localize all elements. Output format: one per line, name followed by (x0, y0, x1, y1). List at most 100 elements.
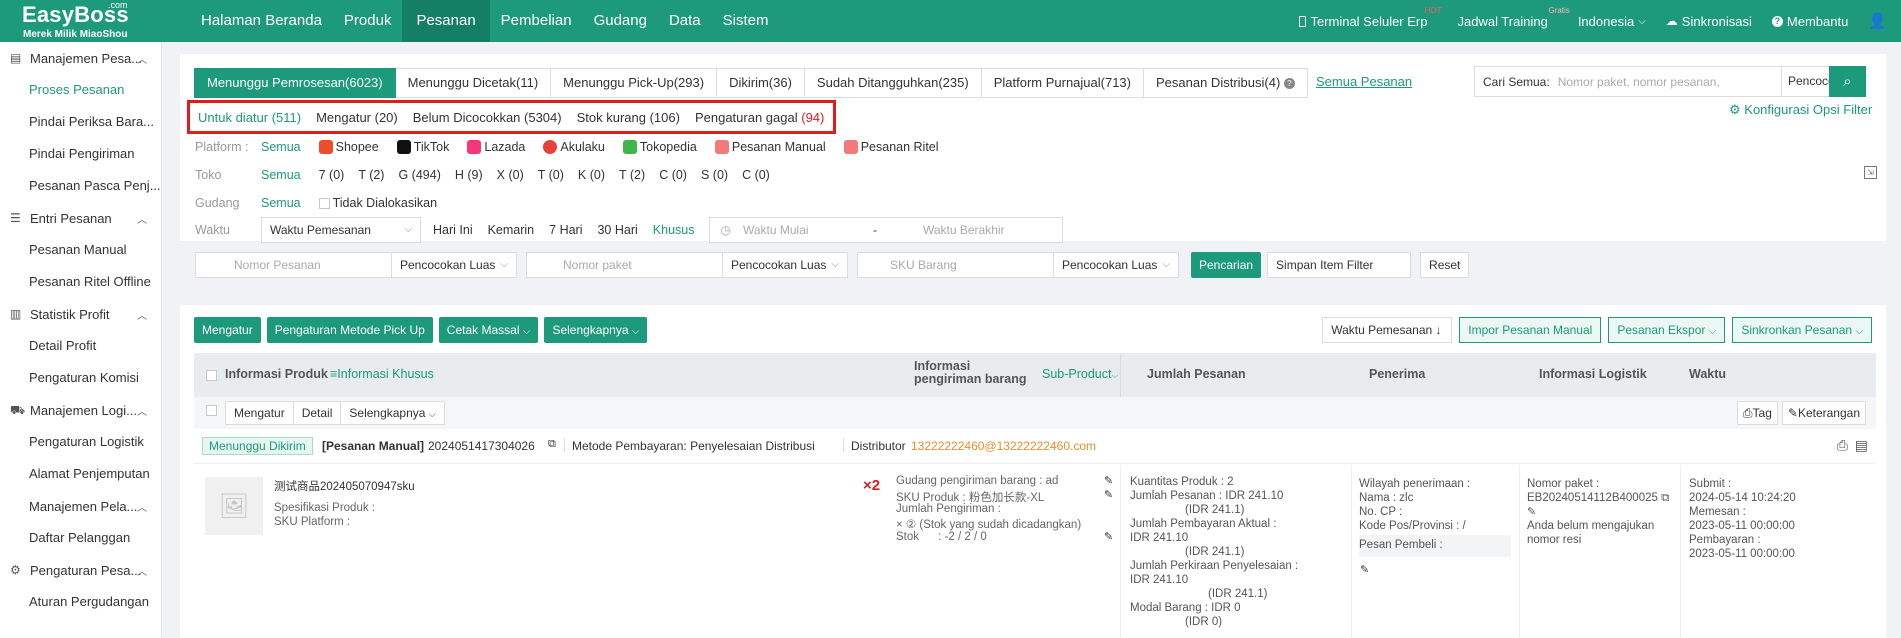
nav-data[interactable]: Data (658, 0, 712, 42)
tab-suspended[interactable]: Sudah Ditangguhkan(235) (804, 68, 982, 98)
expand-icon[interactable]: ⇲ (1864, 166, 1877, 179)
row-more-button[interactable]: Selengkapnya ⌵ (340, 401, 445, 425)
sidebar-item-logistics-settings[interactable]: Pengaturan Logistik (0, 426, 161, 458)
subtab-arrange-failed[interactable]: Pengaturan gagal (94) (695, 110, 824, 125)
bulk-print-button[interactable]: Cetak Massal ⌵ (438, 317, 539, 343)
order-number-input[interactable]: Nomor Pesanan (195, 252, 392, 278)
sort-select[interactable]: Waktu Pemesanan ↓ (1322, 317, 1453, 343)
sidebar-item-manual-order[interactable]: Pesanan Manual (0, 234, 161, 266)
platform-all[interactable]: Semua (261, 140, 301, 154)
order-match-select[interactable]: Pencocokan Luas ⌵ (391, 252, 517, 278)
time-type-select[interactable]: Waktu Pemesanan ⌵ (261, 217, 421, 243)
store-option[interactable]: T (0) (538, 168, 564, 182)
package-number-input[interactable]: Nomor paket (526, 252, 723, 278)
sku-match-select[interactable]: Pencocokan Luas ⌵ (1053, 252, 1179, 278)
subtab-to-arrange[interactable]: Untuk diatur (511) (198, 110, 301, 125)
checkbox[interactable] (318, 197, 330, 209)
edit-icon[interactable]: ✎ (1104, 488, 1113, 501)
subtab-low-stock[interactable]: Stok kurang (106) (577, 110, 680, 125)
sync-button[interactable]: ☁ Sinkronisasi (1666, 14, 1752, 29)
row-arrange-button[interactable]: Mengatur (225, 401, 294, 425)
tag-button[interactable]: ⎙Tag (1736, 401, 1778, 425)
store-option[interactable]: X (0) (497, 168, 524, 182)
sidebar-item-commission[interactable]: Pengaturan Komisi (0, 362, 161, 394)
store-option[interactable]: T (2) (619, 168, 645, 182)
sidebar-group-customers[interactable]: Manajemen Pela... ︿ (0, 490, 161, 522)
store-option[interactable]: 7 (0) (319, 168, 345, 182)
time-today[interactable]: Hari Ini (433, 223, 473, 237)
sku-input[interactable]: SKU Barang (857, 252, 1054, 278)
help-button[interactable]: ? Membantu (1771, 14, 1848, 29)
edit-icon[interactable]: ✎ (1360, 563, 1369, 576)
row-checkbox[interactable] (206, 403, 217, 418)
platform-shopee[interactable]: Shopee (318, 140, 379, 154)
sidebar-group-order-management[interactable]: ▤ Manajemen Pesa... ︿ (0, 42, 161, 74)
special-info-toggle[interactable]: ≡Informasi Khusus (330, 367, 434, 381)
reset-button[interactable]: Reset (1420, 252, 1470, 278)
tab-pending-processing[interactable]: Menunggu Pemrosesan(6023) (194, 68, 396, 98)
search-input[interactable]: Nomor paket, nomor pesanan, (1558, 75, 1781, 89)
copy-icon[interactable]: ⧉ (548, 438, 556, 451)
sidebar-item-process-orders[interactable]: Proses Pesanan (0, 74, 161, 106)
tab-pending-pickup[interactable]: Menunggu Pick-Up(293) (551, 68, 718, 98)
time-yesterday[interactable]: Kemarin (488, 223, 535, 237)
store-option[interactable]: T (2) (358, 168, 384, 182)
subproduct-toggle[interactable]: Sub-Product⌵ (1042, 367, 1118, 381)
arrange-button[interactable]: Mengatur (194, 317, 261, 343)
import-manual-button[interactable]: Impor Pesanan Manual (1459, 317, 1602, 343)
print-icon[interactable]: ⎙ (1837, 437, 1848, 454)
platform-lazada[interactable]: Lazada (467, 140, 525, 154)
sidebar-item-warehouse-rules[interactable]: Aturan Pergudangan (0, 586, 161, 618)
sidebar-item-pickup-address[interactable]: Alamat Penjemputan (0, 458, 161, 490)
export-button[interactable]: Pesanan Ekspor ⌵ (1608, 317, 1726, 343)
store-option[interactable]: S (0) (701, 168, 728, 182)
copy-icon[interactable]: ⧉ (1661, 492, 1669, 504)
subtab-arranging[interactable]: Mengatur (20) (316, 110, 398, 125)
warehouse-all[interactable]: Semua (261, 196, 301, 210)
brand-logo[interactable]: .com EasyBoss Merek Milik MiaoShou (0, 0, 162, 42)
edit-icon[interactable]: ✎ (1527, 505, 1677, 519)
sidebar-item-offline-retail[interactable]: Pesanan Ritel Offline (0, 266, 161, 298)
pickup-method-button[interactable]: Pengaturan Metode Pick Up (266, 317, 433, 343)
save-filter-button[interactable]: Simpan Item Filter ⌵ (1267, 252, 1461, 278)
nav-purchases[interactable]: Pembelian (490, 0, 583, 42)
tab-distribution[interactable]: Pesanan Distribusi(4) ? (1144, 68, 1308, 98)
terminal-link[interactable]: Terminal Seluler Erp HOT (1299, 6, 1441, 29)
more-button[interactable]: Selengkapnya ⌵ (544, 317, 648, 343)
tab-pending-print[interactable]: Menunggu Dicetak(11) (395, 68, 552, 98)
user-avatar[interactable]: 👤 (1868, 12, 1887, 30)
sidebar-group-logistics[interactable]: ⛟ Manajemen Logi... ︿ (0, 394, 161, 426)
time-7days[interactable]: 7 Hari (549, 223, 582, 237)
search-submit-button[interactable]: Pencarian (1191, 252, 1262, 278)
store-option[interactable]: C (0) (742, 168, 770, 182)
sidebar-item-profit-detail[interactable]: Detail Profit (0, 330, 161, 362)
filter-config-link[interactable]: ⚙ Konfigurasi Opsi Filter (1729, 102, 1872, 118)
row-detail-button[interactable]: Detail (292, 401, 342, 425)
package-match-select[interactable]: Pencocokan Luas ⌵ (722, 252, 848, 278)
document-icon[interactable]: ▤ (1855, 437, 1868, 454)
sidebar-group-profit-stats[interactable]: ▥ Statistik Profit ︿ (0, 298, 161, 330)
store-all[interactable]: Semua (261, 168, 301, 182)
language-select[interactable]: Indonesia ⌵ (1578, 14, 1646, 29)
time-30days[interactable]: 30 Hari (597, 223, 637, 237)
date-range-picker[interactable]: ◷ Waktu Mulai - Waktu Berakhir (709, 217, 1064, 243)
tab-after-sales[interactable]: Platform Purnajual(713) (981, 68, 1144, 98)
store-option[interactable]: C (0) (659, 168, 687, 182)
sidebar-item-customer-list[interactable]: Daftar Pelanggan (0, 522, 161, 554)
nav-orders[interactable]: Pesanan (402, 0, 490, 42)
unassigned-checkbox[interactable]: Tidak Dialokasikan (318, 196, 437, 210)
search-button[interactable]: ⌕ (1829, 66, 1866, 97)
training-link[interactable]: Jadwal Training Gratis (1457, 6, 1569, 29)
nav-products[interactable]: Produk (333, 0, 403, 42)
nav-system[interactable]: Sistem (712, 0, 780, 42)
distributor-email[interactable]: 13222222460@13222222460.com (911, 439, 1096, 453)
platform-manual[interactable]: Pesanan Manual (714, 140, 826, 154)
sidebar-item-after-sales[interactable]: Pesanan Pasca Penj... (0, 170, 161, 202)
note-button[interactable]: ✎Keterangan (1781, 401, 1866, 425)
sidebar-group-order-settings[interactable]: ⚙ Pengaturan Pesa... ︿ (0, 554, 161, 586)
edit-icon[interactable]: ✎ (1104, 474, 1113, 487)
select-all-checkbox[interactable] (206, 369, 217, 383)
sidebar-group-order-entry[interactable]: ☰ Entri Pesanan ︿ (0, 202, 161, 234)
all-orders-link[interactable]: Semua Pesanan (1316, 74, 1412, 89)
sidebar-item-scan-shipping[interactable]: Pindai Pengiriman (0, 138, 161, 170)
